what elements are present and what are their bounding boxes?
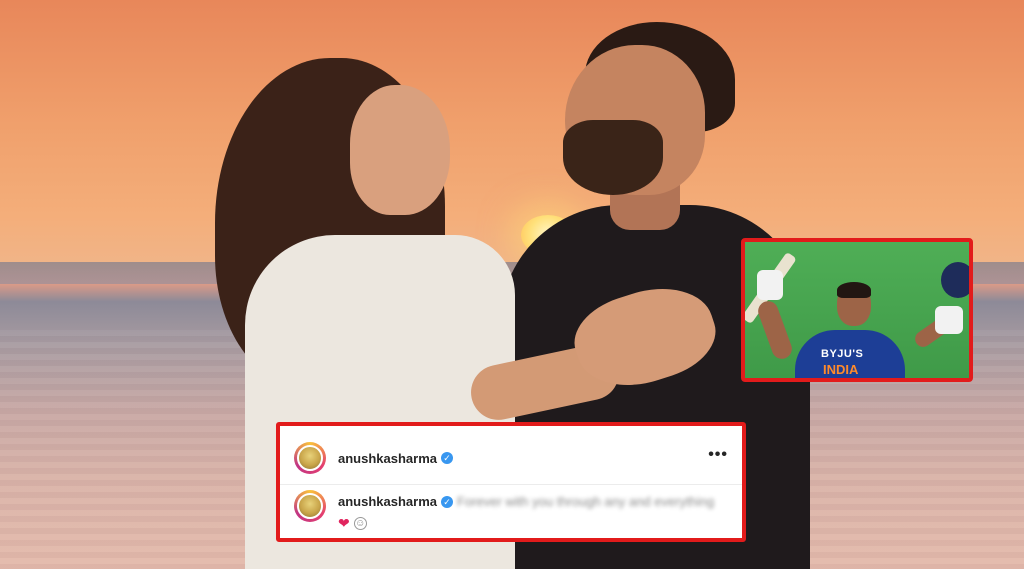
comment-reactions: ❤ ☺ xyxy=(338,515,714,532)
more-options-icon[interactable]: ••• xyxy=(708,446,728,464)
batting-glove-left xyxy=(757,270,783,300)
avatar[interactable] xyxy=(294,442,326,474)
divider xyxy=(280,484,742,485)
cricket-inset-photo: BYJU'S INDIA xyxy=(741,238,973,382)
player-left-arm xyxy=(755,298,795,362)
comment-avatar[interactable] xyxy=(294,490,326,522)
player-hair xyxy=(837,282,871,298)
post-username[interactable]: anushkasharma xyxy=(338,451,437,466)
man-beard xyxy=(563,120,663,195)
heart-icon: ❤ xyxy=(338,515,350,531)
comment-line: anushkasharma ✓ Forever with you through… xyxy=(338,494,714,509)
batting-glove-right xyxy=(935,306,963,334)
verified-icon: ✓ xyxy=(441,452,453,464)
comment-avatar-image xyxy=(297,493,323,519)
verified-icon: ✓ xyxy=(441,495,453,508)
jersey-sponsor-text: BYJU'S xyxy=(821,348,864,360)
comment-row: anushkasharma ✓ Forever with you through… xyxy=(280,490,742,534)
smiley-emoji-icon: ☺ xyxy=(353,517,367,530)
comment-username[interactable]: anushkasharma xyxy=(338,494,437,509)
post-header: anushkasharma ✓ ••• xyxy=(280,434,742,482)
avatar-image xyxy=(297,445,323,471)
woman-face xyxy=(350,85,450,215)
comment-body: anushkasharma ✓ Forever with you through… xyxy=(338,490,714,532)
comment-text-blurred: Forever with you through any and everyth… xyxy=(457,494,715,509)
helmet-icon xyxy=(941,262,969,298)
jersey-team-text: INDIA xyxy=(823,362,859,377)
instagram-comment-card: anushkasharma ✓ ••• anushkasharma ✓ Fore… xyxy=(276,422,746,542)
